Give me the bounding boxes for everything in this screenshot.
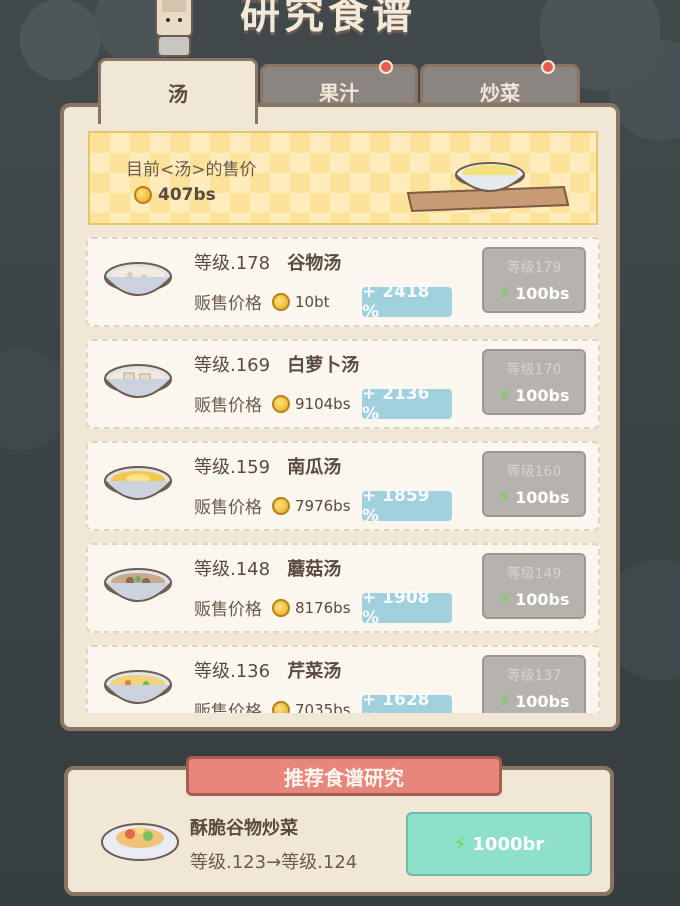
- celery-soup-icon: [104, 670, 172, 704]
- lightning-icon: ⚡: [453, 833, 467, 855]
- pumpkin-soup-icon: [104, 466, 172, 500]
- coin-icon: [272, 598, 290, 617]
- tab-label: 炒菜: [480, 81, 520, 105]
- recommend-title: 推荐食谱研究: [186, 756, 502, 796]
- bonus-badge: + 2418 %: [362, 282, 452, 322]
- recommend-panel: 推荐食谱研究 酥脆谷物炒菜 等级.123→等级.124 ⚡ 1000br: [64, 756, 614, 896]
- mushroom-soup-icon: [104, 568, 172, 602]
- coin-icon: [134, 186, 152, 204]
- upgrade-button[interactable]: 等级179 ⚡ 100bs: [482, 247, 586, 313]
- recipe-level: 等级.148 蘑菇汤: [194, 559, 342, 580]
- radish-soup-icon: [104, 364, 172, 398]
- next-level-label: 等级170: [506, 362, 562, 378]
- recipe-list[interactable]: 等级.178 谷物汤 贩售价格 10bt + 2418 % 等级179 ⚡ 100…: [86, 237, 600, 713]
- lightning-icon: ⚡: [498, 385, 512, 406]
- upgrade-button[interactable]: 等级137 ⚡ 100bs: [482, 655, 586, 713]
- recipe-level: 等级.136 芹菜汤: [194, 661, 342, 682]
- next-level-label: 等级179: [506, 260, 562, 276]
- upgrade-button[interactable]: 等级170 ⚡ 100bs: [482, 349, 586, 415]
- character-icon: [155, 0, 193, 57]
- tab-soup[interactable]: 汤: [98, 58, 258, 124]
- recipe-row: 等级.136 芹菜汤 贩售价格 7035bs + 1628 % 等级137 ⚡1…: [86, 645, 600, 713]
- lightning-icon: ⚡: [498, 487, 512, 508]
- recipe-row: 等级.169 白萝卜汤 贩售价格 9104bs + 2136 % 等级170 ⚡…: [86, 339, 600, 429]
- next-level-label: 等级137: [506, 668, 562, 684]
- bonus-badge: + 1859 %: [362, 486, 452, 526]
- soup-on-board-icon: [406, 162, 570, 213]
- recipe-level: 等级.178 谷物汤: [194, 253, 342, 274]
- tab-label: 汤: [168, 82, 188, 106]
- next-level-label: 等级149: [506, 566, 562, 582]
- notification-dot-icon: [541, 60, 555, 74]
- recommend-dish-name: 酥脆谷物炒菜: [190, 818, 298, 839]
- coin-icon: [272, 496, 290, 515]
- tab-label: 果汁: [319, 81, 359, 105]
- current-price-value: 407bs: [134, 185, 216, 205]
- stir-fry-dish-icon: [101, 823, 179, 861]
- upgrade-button[interactable]: 等级149 ⚡ 100bs: [482, 553, 586, 619]
- recipe-panel: 目前<汤>的售价 407bs 等级.178 谷物汤 贩售价格 10bt + 24…: [60, 103, 620, 731]
- recipe-level: 等级.159 南瓜汤: [194, 457, 342, 478]
- recipe-sell-price: 贩售价格 10bt: [194, 292, 330, 314]
- notification-dot-icon: [379, 60, 393, 74]
- current-price-banner: 目前<汤>的售价 407bs: [88, 131, 598, 225]
- bonus-badge: + 1908 %: [362, 588, 452, 628]
- recipe-row: 等级.148 蘑菇汤 贩售价格 8176bs + 1908 % 等级149 ⚡ 1…: [86, 543, 600, 633]
- research-cost: 1000br: [472, 833, 545, 855]
- lightning-icon: ⚡: [498, 283, 512, 304]
- recipe-level: 等级.169 白萝卜汤: [194, 355, 360, 376]
- recommend-level: 等级.123→等级.124: [190, 852, 358, 873]
- lightning-icon: ⚡: [498, 691, 512, 712]
- coin-icon: [272, 700, 290, 713]
- bonus-badge: + 1628 %: [362, 690, 452, 713]
- coin-icon: [272, 292, 290, 311]
- current-price-amount: 407bs: [158, 185, 216, 205]
- coin-icon: [272, 394, 290, 413]
- recipe-sell-price: 贩售价格 7035bs: [194, 697, 351, 713]
- recipe-row: 等级.178 谷物汤 贩售价格 10bt + 2418 % 等级179 ⚡ 100…: [86, 237, 600, 327]
- next-level-label: 等级160: [506, 464, 562, 480]
- current-price-label: 目前<汤>的售价: [126, 160, 257, 180]
- recipe-sell-price: 贩售价格 8176bs: [194, 598, 351, 620]
- grain-soup-icon: [104, 262, 172, 296]
- upgrade-button[interactable]: 等级160 ⚡ 100bs: [482, 451, 586, 517]
- recipe-row: 等级.159 南瓜汤 贩售价格 7976bs + 1859 % 等级160 ⚡ 1…: [86, 441, 600, 531]
- recipe-sell-price: 贩售价格 7976bs: [194, 496, 351, 518]
- page-title: 研究食谱: [240, 0, 416, 38]
- lightning-icon: ⚡: [498, 589, 512, 610]
- bonus-badge: + 2136 %: [362, 384, 452, 424]
- recipe-sell-price: 贩售价格 9104bs: [194, 394, 351, 416]
- research-button[interactable]: ⚡ 1000br: [406, 812, 592, 876]
